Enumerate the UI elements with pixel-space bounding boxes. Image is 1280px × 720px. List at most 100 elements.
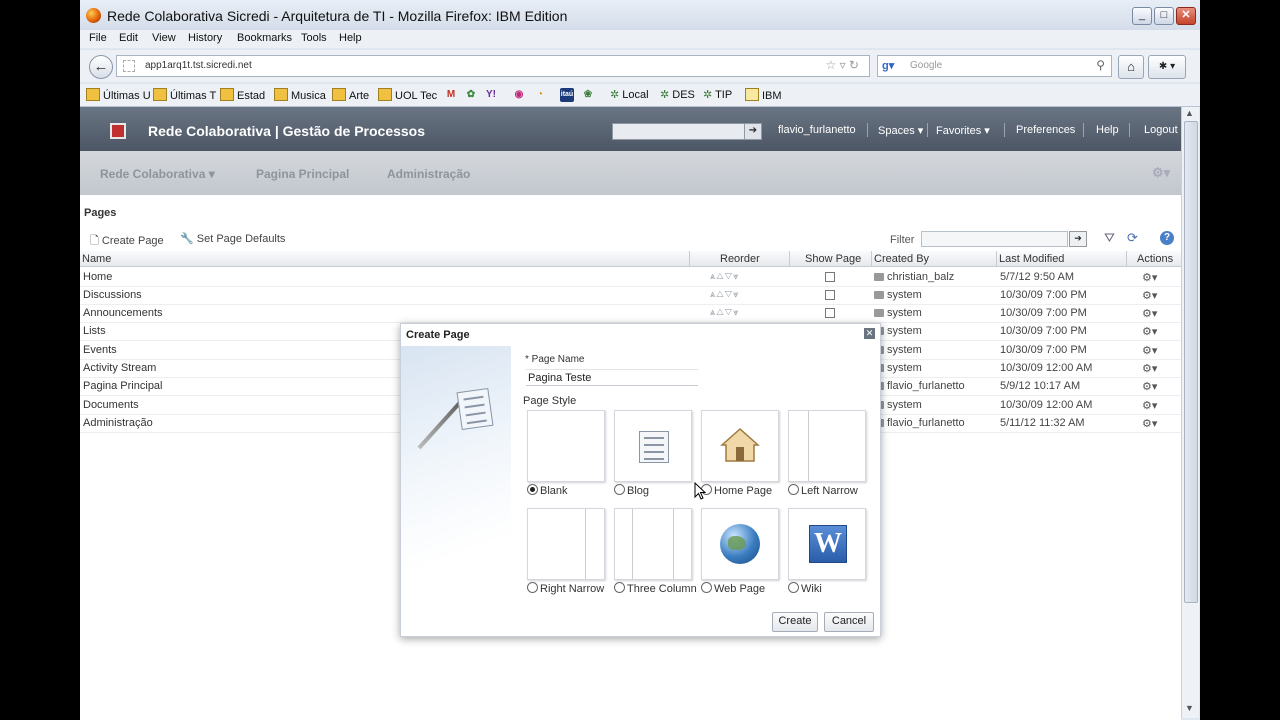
style-tile-web-page[interactable] (701, 508, 779, 580)
url-bar[interactable]: app1arq1t.tst.sicredi.net ☆ ▿ ↻ (116, 55, 870, 77)
row-name[interactable]: Documents (83, 399, 139, 411)
scroll-up-icon[interactable]: ▲ (1185, 108, 1194, 118)
logout-link[interactable]: Logout (1144, 124, 1178, 136)
header-search-input[interactable] (612, 123, 745, 140)
row-name[interactable]: Home (83, 271, 112, 283)
row-name[interactable]: Announcements (83, 307, 163, 319)
table-row[interactable]: Announcements ⩓△▽⩔ system 10/30/09 7:00 … (80, 304, 1181, 323)
subnav-rede-colaborativa[interactable]: Rede Colaborativa ▾ (100, 167, 215, 181)
show-page-checkbox[interactable] (825, 290, 835, 300)
refresh-icon[interactable]: ⟳ (1127, 230, 1138, 246)
create-page-button[interactable]: 🗋 Create Page (90, 232, 164, 251)
create-button[interactable]: Create (772, 612, 818, 632)
menu-help[interactable]: Help (339, 32, 362, 44)
preferences-link[interactable]: Preferences (1016, 124, 1075, 136)
msn-icon[interactable]: ✿ (464, 88, 478, 102)
style-tile-blank[interactable] (527, 410, 605, 482)
row-actions-gear-icon[interactable]: ⚙▾ (1142, 289, 1157, 302)
radio-home-page[interactable]: Home Page (701, 484, 772, 497)
radio-wiki[interactable]: Wiki (788, 582, 822, 595)
bookmark-item[interactable]: ✲ TIP (703, 88, 732, 101)
close-icon[interactable]: ✕ (864, 328, 875, 339)
radio-blank[interactable]: Blank (527, 484, 568, 497)
page-name-input[interactable] (526, 369, 698, 386)
addon-button[interactable]: ✱ ▾ (1148, 55, 1186, 79)
row-name[interactable]: Pagina Principal (83, 380, 163, 392)
minimize-button[interactable]: _ (1132, 7, 1152, 25)
style-tile-blog[interactable] (614, 410, 692, 482)
row-name[interactable]: Lists (83, 325, 106, 337)
search-bar[interactable]: g▾ Google ⚲ (877, 55, 1112, 77)
row-actions-gear-icon[interactable]: ⚙▾ (1142, 325, 1157, 338)
help-link[interactable]: Help (1096, 124, 1119, 136)
bookmark-item[interactable]: ✲ Local (610, 88, 649, 101)
bookmark-star-icon[interactable]: ☆ ▿ ↻ (825, 58, 859, 72)
radio-blog[interactable]: Blog (614, 484, 649, 497)
row-actions-gear-icon[interactable]: ⚙▾ (1142, 399, 1157, 412)
subnav-administracao[interactable]: Administração (387, 167, 470, 181)
bookmark-item[interactable]: Últimas T (153, 88, 216, 102)
style-tile-three-column[interactable] (614, 508, 692, 580)
user-name-link[interactable]: flavio_furlanetto (778, 124, 856, 136)
gmail-icon[interactable]: M (444, 88, 458, 102)
column-name[interactable]: Name (82, 253, 111, 265)
itau-icon[interactable]: itaú (560, 88, 574, 102)
style-tile-right-narrow[interactable] (527, 508, 605, 580)
help-icon[interactable]: ? (1160, 231, 1174, 245)
circle-bookmark-icon[interactable]: ◉ (512, 88, 526, 102)
radio-three-column[interactable]: Three Column (614, 582, 697, 595)
column-created-by[interactable]: Created By (874, 253, 929, 265)
bookmark-item[interactable]: IBM (745, 88, 782, 102)
show-page-checkbox[interactable] (825, 308, 835, 318)
style-tile-wiki[interactable]: W (788, 508, 866, 580)
row-actions-gear-icon[interactable]: ⚙▾ (1142, 344, 1157, 357)
set-page-defaults-button[interactable]: 🔧 Set Page Defaults (180, 232, 285, 245)
show-page-checkbox[interactable] (825, 272, 835, 282)
row-name[interactable]: Activity Stream (83, 362, 156, 374)
row-actions-gear-icon[interactable]: ⚙▾ (1142, 362, 1157, 375)
gear-icon[interactable]: ⚙▾ (1152, 165, 1170, 181)
back-button[interactable]: ← (89, 55, 113, 79)
row-actions-gear-icon[interactable]: ⚙▾ (1142, 307, 1157, 320)
menu-view[interactable]: View (152, 32, 176, 44)
close-window-button[interactable]: ✕ (1176, 7, 1196, 25)
reorder-arrows-icon[interactable]: ⩓△▽⩔ (710, 307, 739, 318)
filter-go-button[interactable]: ➔ (1069, 231, 1087, 247)
style-tile-home-page[interactable] (701, 410, 779, 482)
cancel-button[interactable]: Cancel (824, 612, 874, 632)
style-tile-left-narrow[interactable] (788, 410, 866, 482)
maximize-button[interactable]: □ (1154, 7, 1174, 25)
column-last-modified[interactable]: Last Modified (999, 253, 1064, 265)
row-actions-gear-icon[interactable]: ⚙▾ (1142, 271, 1157, 284)
leaf-bookmark-icon[interactable]: ❀ (581, 88, 595, 102)
clock-bookmark-icon[interactable]: ◔ (533, 88, 547, 102)
bookmark-item[interactable]: Estad (220, 88, 265, 102)
favorites-menu[interactable]: Favorites ▾ (936, 124, 990, 137)
row-name[interactable]: Administração (83, 417, 153, 429)
radio-web-page[interactable]: Web Page (701, 582, 765, 595)
filter-input[interactable] (921, 231, 1068, 247)
reorder-arrows-icon[interactable]: ⩓△▽⩔ (710, 271, 739, 282)
radio-right-narrow[interactable]: Right Narrow (527, 582, 604, 595)
subnav-pagina-principal[interactable]: Pagina Principal (256, 167, 349, 181)
table-row[interactable]: Home ⩓△▽⩔ christian_balz 5/7/12 9:50 AM … (80, 268, 1181, 287)
scroll-thumb[interactable] (1184, 121, 1198, 603)
home-button[interactable]: ⌂ (1118, 55, 1144, 79)
row-name[interactable]: Discussions (83, 289, 142, 301)
table-row[interactable]: Discussions ⩓△▽⩔ system 10/30/09 7:00 PM… (80, 286, 1181, 305)
bookmark-item[interactable]: Musica (274, 88, 326, 102)
search-icon[interactable]: ⚲ (1096, 58, 1105, 72)
bookmark-item[interactable]: Arte (332, 88, 369, 102)
menu-file[interactable]: File (89, 32, 107, 44)
row-actions-gear-icon[interactable]: ⚙▾ (1142, 417, 1157, 430)
funnel-icon[interactable]: ⛛ (1104, 230, 1115, 246)
menu-tools[interactable]: Tools (301, 32, 327, 44)
bookmark-item[interactable]: Últimas U (86, 88, 151, 102)
menu-bookmarks[interactable]: Bookmarks (237, 32, 292, 44)
spaces-menu[interactable]: Spaces ▾ (878, 124, 923, 137)
scroll-down-icon[interactable]: ▼ (1185, 703, 1194, 713)
header-search-go-button[interactable]: ➔ (744, 123, 762, 140)
menu-edit[interactable]: Edit (119, 32, 138, 44)
radio-left-narrow[interactable]: Left Narrow (788, 484, 858, 497)
reorder-arrows-icon[interactable]: ⩓△▽⩔ (710, 289, 739, 300)
